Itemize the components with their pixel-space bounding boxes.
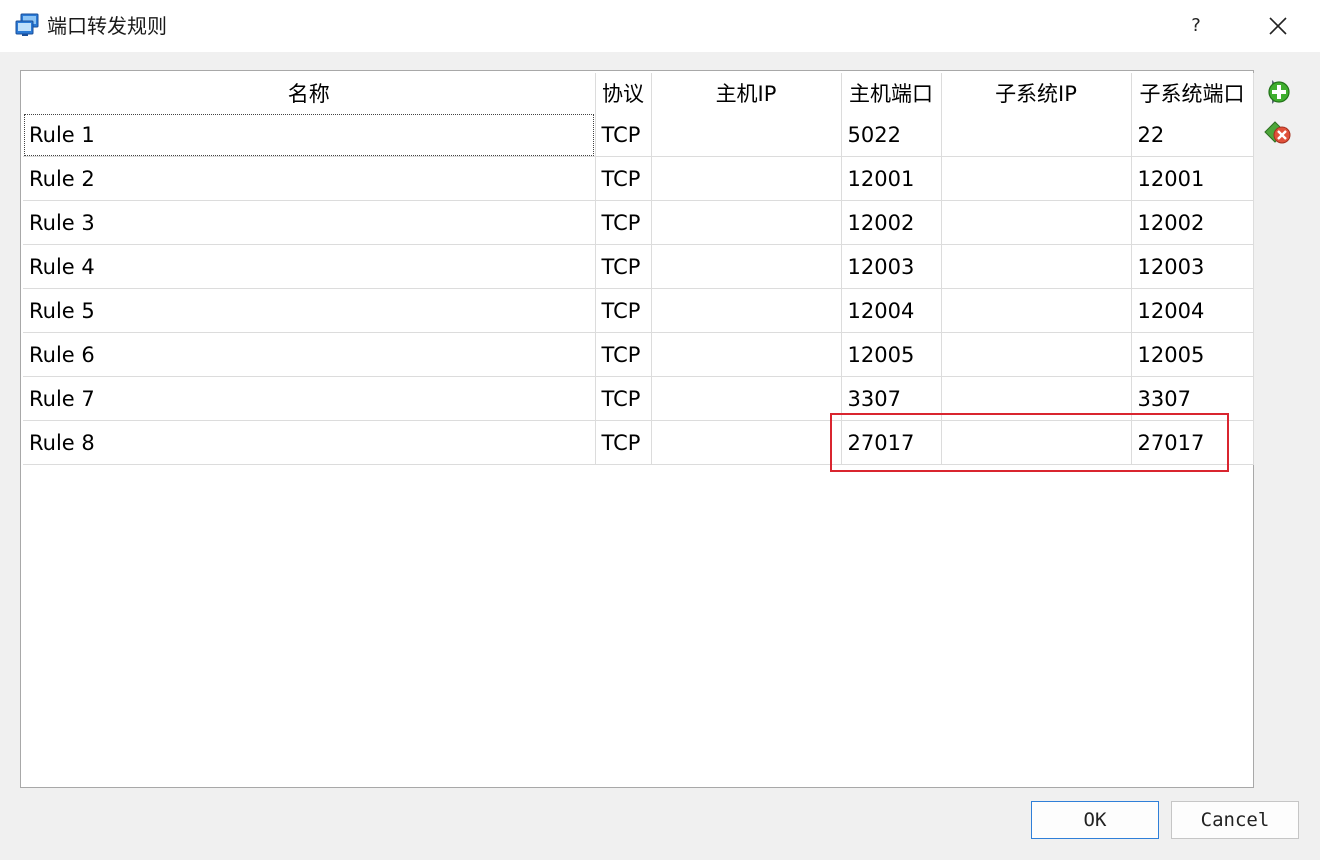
cell-guest-port[interactable]: 3307: [1131, 376, 1254, 421]
cell-guest-ip[interactable]: [941, 376, 1132, 421]
cell-host-ip[interactable]: [651, 376, 842, 421]
table-row[interactable]: Rule 4 TCP 12003 12003: [23, 244, 1254, 289]
cell-guest-port[interactable]: 12001: [1131, 156, 1254, 201]
add-rule-icon[interactable]: [1263, 77, 1293, 107]
cell-guest-ip[interactable]: [941, 288, 1132, 333]
cell-host-port[interactable]: 12005: [841, 332, 942, 377]
column-header-guest-port[interactable]: 子系统端口: [1131, 73, 1254, 113]
rules-table-frame: 名称 协议 主机IP 主机端口 子系统IP 子系统端口 Rule 1 TCP 5…: [20, 70, 1254, 788]
table-row[interactable]: Rule 5 TCP 12004 12004: [23, 288, 1254, 333]
cell-rule-name[interactable]: Rule 4: [23, 244, 596, 289]
cell-rule-name[interactable]: Rule 3: [23, 200, 596, 245]
table-row[interactable]: Rule 8 TCP 27017 27017: [23, 420, 1254, 465]
cell-rule-name[interactable]: Rule 1: [23, 113, 596, 157]
cell-guest-ip[interactable]: [941, 332, 1132, 377]
cell-host-ip[interactable]: [651, 200, 842, 245]
cell-host-port[interactable]: 5022: [841, 113, 942, 157]
cell-protocol[interactable]: TCP: [595, 376, 652, 421]
cell-protocol[interactable]: TCP: [595, 420, 652, 465]
cell-guest-ip[interactable]: [941, 244, 1132, 289]
cell-protocol[interactable]: TCP: [595, 156, 652, 201]
ok-button[interactable]: OK: [1031, 801, 1159, 839]
cell-host-port[interactable]: 12001: [841, 156, 942, 201]
cell-host-ip[interactable]: [651, 156, 842, 201]
cell-rule-name[interactable]: Rule 8: [23, 420, 596, 465]
cell-guest-ip[interactable]: [941, 200, 1132, 245]
cell-host-ip[interactable]: [651, 288, 842, 333]
cancel-button[interactable]: Cancel: [1171, 801, 1299, 839]
cell-guest-port[interactable]: 22: [1131, 113, 1254, 157]
cell-guest-ip[interactable]: [941, 156, 1132, 201]
cell-rule-name[interactable]: Rule 5: [23, 288, 596, 333]
close-button[interactable]: [1252, 6, 1304, 46]
cell-host-ip[interactable]: [651, 420, 842, 465]
cell-host-port[interactable]: 12002: [841, 200, 942, 245]
close-icon: [1269, 17, 1287, 35]
cell-rule-name[interactable]: Rule 6: [23, 332, 596, 377]
help-button[interactable]: ?: [1172, 6, 1220, 46]
cell-host-ip[interactable]: [651, 113, 842, 157]
cell-host-port[interactable]: 27017: [841, 420, 942, 465]
virtualbox-window-icon: [15, 13, 39, 36]
title-bar: 端口转发规则 ?: [0, 0, 1320, 52]
cell-host-ip[interactable]: [651, 244, 842, 289]
cell-guest-port[interactable]: 12005: [1131, 332, 1254, 377]
cell-protocol[interactable]: TCP: [595, 200, 652, 245]
cell-host-port[interactable]: 3307: [841, 376, 942, 421]
table-header-row: 名称 协议 主机IP 主机端口 子系统IP 子系统端口: [23, 73, 1254, 113]
cell-protocol[interactable]: TCP: [595, 113, 652, 157]
cell-guest-port[interactable]: 27017: [1131, 420, 1254, 465]
cell-guest-ip[interactable]: [941, 113, 1132, 157]
table-row[interactable]: Rule 3 TCP 12002 12002: [23, 200, 1254, 245]
remove-rule-icon[interactable]: [1263, 117, 1293, 147]
table-row[interactable]: Rule 6 TCP 12005 12005: [23, 332, 1254, 377]
table-row[interactable]: Rule 1 TCP 5022 22: [23, 113, 1254, 157]
cell-guest-port[interactable]: 12004: [1131, 288, 1254, 333]
cell-guest-port[interactable]: 12002: [1131, 200, 1254, 245]
cell-protocol[interactable]: TCP: [595, 244, 652, 289]
column-header-guest-ip[interactable]: 子系统IP: [941, 73, 1132, 113]
rules-table: 名称 协议 主机IP 主机端口 子系统IP 子系统端口 Rule 1 TCP 5…: [23, 73, 1254, 465]
cell-rule-name[interactable]: Rule 2: [23, 156, 596, 201]
cell-rule-name[interactable]: Rule 7: [23, 376, 596, 421]
cell-protocol[interactable]: TCP: [595, 332, 652, 377]
column-header-protocol[interactable]: 协议: [595, 73, 652, 113]
table-row[interactable]: Rule 2 TCP 12001 12001: [23, 156, 1254, 201]
column-header-host-port[interactable]: 主机端口: [841, 73, 942, 113]
port-forwarding-dialog: 端口转发规则 ? 名称 协议 主机IP 主机端口 子系统IP 子系统端口 Rul…: [0, 0, 1320, 860]
cell-guest-port[interactable]: 12003: [1131, 244, 1254, 289]
cell-host-port[interactable]: 12003: [841, 244, 942, 289]
table-row[interactable]: Rule 7 TCP 3307 3307: [23, 376, 1254, 421]
column-header-host-ip[interactable]: 主机IP: [651, 73, 842, 113]
column-header-name[interactable]: 名称: [23, 73, 596, 113]
cell-host-ip[interactable]: [651, 332, 842, 377]
cell-guest-ip[interactable]: [941, 420, 1132, 465]
cell-host-port[interactable]: 12004: [841, 288, 942, 333]
dialog-title: 端口转发规则: [47, 14, 167, 38]
cell-protocol[interactable]: TCP: [595, 288, 652, 333]
